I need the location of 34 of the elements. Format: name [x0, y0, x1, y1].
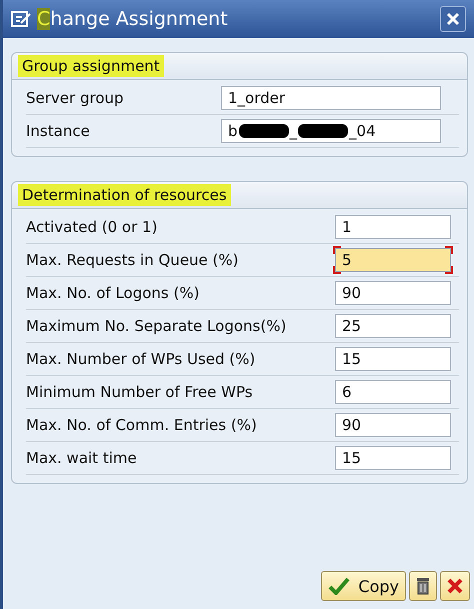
redaction-mark [298, 124, 348, 138]
field-label: Max. Number of WPs Used (%) [26, 350, 256, 368]
input-field[interactable]: 90 [335, 281, 451, 305]
input-field[interactable]: 5 [335, 248, 451, 272]
field-label: Maximum No. Separate Logons(%) [26, 317, 288, 335]
field-label: Max. Requests in Queue (%) [26, 251, 240, 269]
field-label: Max. No. of Comm. Entries (%) [26, 416, 258, 434]
input-field[interactable]: b _ _04 [221, 119, 441, 143]
input-field[interactable]: 15 [335, 347, 451, 371]
close-icon [447, 578, 463, 594]
field-label: Activated (0 or 1) [26, 218, 158, 236]
field-label: Minimum Number of Free WPs [26, 383, 254, 401]
trash-icon [416, 577, 430, 595]
redaction-mark [238, 124, 289, 138]
field-label: Max. No. of Logons (%) [26, 284, 200, 302]
close-button[interactable] [440, 6, 466, 32]
checkmark-icon [328, 577, 350, 595]
input-field[interactable]: 1_order [221, 86, 441, 110]
group-title: Determination of resources [18, 184, 231, 206]
field-label: Max. wait time [26, 449, 138, 467]
input-field[interactable]: 6 [335, 380, 451, 404]
group-title: Group assignment [18, 55, 164, 77]
close-icon [446, 12, 460, 26]
input-field[interactable]: 15 [335, 446, 451, 470]
edit-icon [11, 10, 33, 28]
delete-button[interactable] [409, 571, 437, 601]
cancel-button[interactable] [440, 571, 470, 601]
field-label: Server group [26, 89, 125, 107]
input-field[interactable]: 25 [335, 314, 451, 338]
window-title: Change Assignment [37, 8, 228, 30]
copy-button[interactable]: Copy [321, 571, 406, 601]
input-field[interactable]: 90 [335, 413, 451, 437]
input-field[interactable]: 1 [335, 215, 451, 239]
field-label: Instance [26, 122, 91, 140]
